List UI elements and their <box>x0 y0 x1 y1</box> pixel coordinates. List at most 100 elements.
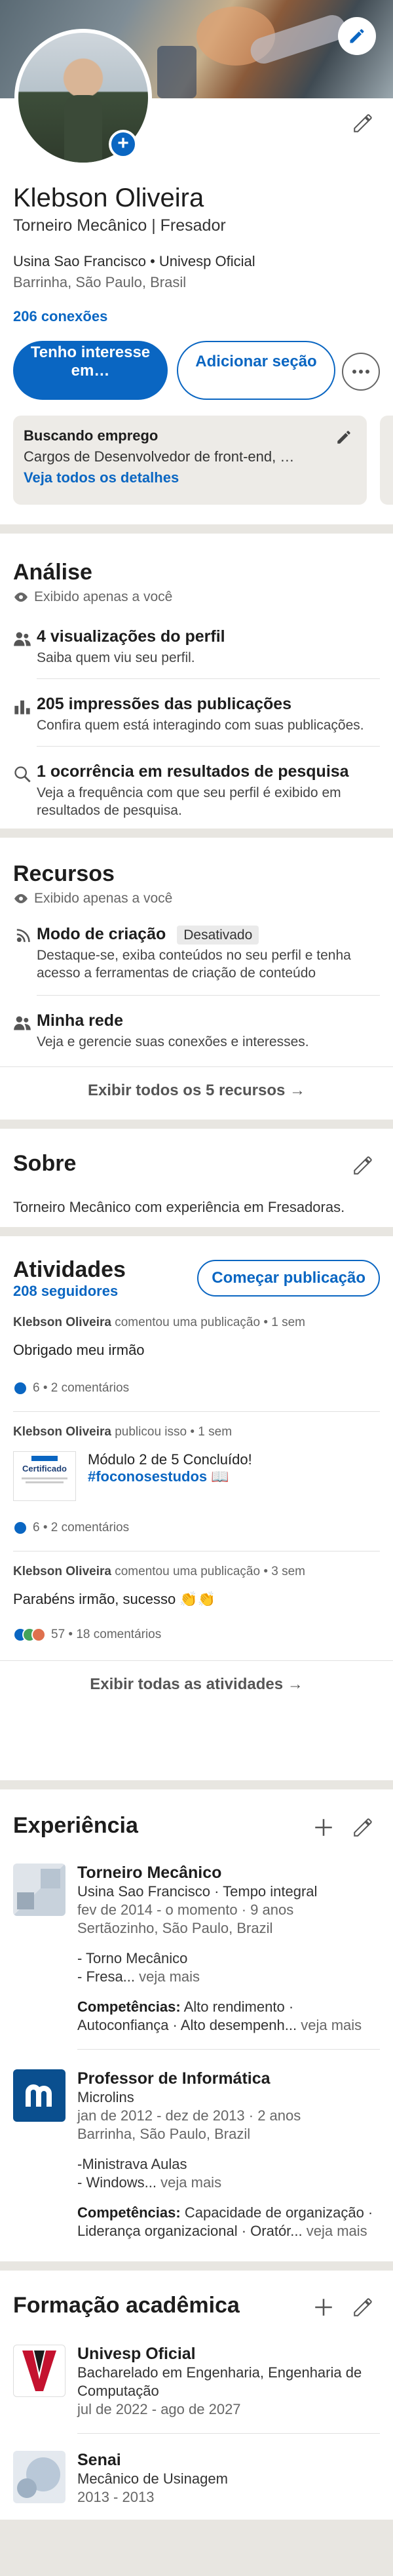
edit-open-to-work-button[interactable] <box>335 429 352 449</box>
pencil-icon <box>354 1818 372 1837</box>
open-to-work-details-link[interactable]: Veja todos os detalhes <box>24 469 356 486</box>
my-network-subtitle: Veja e gerencie suas conexões e interess… <box>37 1034 309 1049</box>
experience-item[interactable]: Torneiro Mecânico Usina Sao Francisco · … <box>0 1864 393 2035</box>
experience-desc-text: - Fresa... <box>77 1968 136 1985</box>
education-item[interactable]: Senai Mecânico de Usinagem 2013 - 2013 <box>0 2451 393 2507</box>
analytics-item-title: 4 visualizações do perfil <box>37 627 225 646</box>
see-more-link[interactable]: veja mais <box>297 2017 362 2033</box>
school-name: Univesp Oficial <box>77 2345 196 2363</box>
activity-post-reactions[interactable]: 57 • 18 comentários <box>0 1628 393 1642</box>
activity-post-meta-text: comentou uma publicação • 3 sem <box>111 1565 305 1578</box>
show-all-activity-button[interactable]: Exibir todas as atividades → <box>0 1675 393 1694</box>
connections-link[interactable]: 206 conexões <box>13 308 107 325</box>
about-text: Torneiro Mecânico com experiência em Fre… <box>13 1199 345 1215</box>
activity-post-text: Módulo 2 de 5 Concluído! <box>88 1451 252 1468</box>
activity-post-text: Parabéns irmão, sucesso 👏👏 <box>13 1591 216 1607</box>
activity-post-reactions[interactable]: 6 • 2 comentários <box>0 1521 393 1535</box>
analytics-item-subtitle: Veja a frequência com que seu perfil é e… <box>37 785 341 818</box>
education-dates: 2013 - 2013 <box>77 2489 155 2505</box>
creator-mode-subtitle: Destaque-se, exiba conteúdos no seu perf… <box>37 948 351 981</box>
experience-desc-line: -Ministrava Aulas <box>77 2156 187 2172</box>
edit-about-button[interactable] <box>350 1152 376 1179</box>
activity-post-meta: Klebson Oliveira comentou uma publicação… <box>0 1565 393 1579</box>
profile-headline: Torneiro Mecânico | Fresador <box>13 216 226 235</box>
experience-desc-line: - Fresa... veja mais <box>77 1968 380 1986</box>
post-thumbnail-label: Certificado <box>22 1464 67 1473</box>
pencil-icon <box>354 2298 372 2316</box>
next-card-peek[interactable] <box>380 416 393 505</box>
see-more-link[interactable]: veja mais <box>135 1968 200 1985</box>
see-more-link[interactable]: veja mais <box>157 2174 221 2191</box>
my-network-title: Minha rede <box>37 1011 123 1030</box>
open-to-work-card[interactable]: Buscando emprego Cargos de Desenvolvedor… <box>13 416 367 505</box>
analytics-item-title: 205 impressões das publicações <box>37 695 292 713</box>
analytics-item-post-impressions[interactable]: 205 impressões das publicações Confira q… <box>0 695 393 734</box>
experience-desc-text: - Windows... <box>77 2174 157 2191</box>
experience-dates: jan de 2012 - dez de 2013 · 2 anos <box>77 2107 301 2124</box>
pencil-icon <box>350 29 364 43</box>
education-item[interactable]: Univesp Oficial Bacharelado em Engenhari… <box>0 2345 393 2419</box>
analytics-visibility: Exibido apenas a você <box>0 589 393 605</box>
degree-text: Bacharelado em Engenharia, Engenharia de… <box>77 2364 362 2399</box>
activity-post-author[interactable]: Klebson Oliveira <box>13 1565 111 1578</box>
edit-education-button[interactable] <box>350 2294 376 2320</box>
activity-post-meta: Klebson Oliveira comentou uma publicação… <box>0 1316 393 1330</box>
experience-item[interactable]: Professor de Informática Microlins jan d… <box>0 2069 393 2240</box>
book-emoji-icon: 📖 <box>211 1468 229 1485</box>
education-dates: jul de 2022 - ago de 2027 <box>77 2401 241 2417</box>
profile-header-card: + Klebson Oliveira Torneiro Mecânico | F… <box>0 0 393 524</box>
experience-dates: fev de 2014 - o momento · 9 anos <box>77 1902 294 1918</box>
skills-label: Competências: <box>77 1999 181 2015</box>
people-icon <box>14 1016 31 1030</box>
eye-icon <box>14 593 28 602</box>
microlins-logo-icon <box>26 2084 52 2107</box>
school-logo <box>13 2451 66 2503</box>
show-all-resources-button[interactable]: Exibir todos os 5 recursos → <box>0 1082 393 1100</box>
experience-desc-line: - Torno Mecânico <box>77 1950 188 1966</box>
reaction-count: 57 • 18 comentários <box>51 1628 162 1641</box>
skills-label: Competências: <box>77 2204 181 2221</box>
experience-skills: Competências: Capacidade de organização … <box>77 2204 380 2240</box>
reaction-count: 6 • 2 comentários <box>33 1381 130 1395</box>
resource-creator-mode[interactable]: Modo de criação Desativado Destaque-se, … <box>0 925 393 982</box>
edit-intro-button[interactable] <box>350 110 376 136</box>
experience-company: Microlins <box>77 2089 134 2105</box>
activity-post-author[interactable]: Klebson Oliveira <box>13 1316 111 1329</box>
pencil-icon <box>337 431 350 444</box>
analytics-item-search-appearances[interactable]: 1 ocorrência em resultados de pesquisa V… <box>0 762 393 819</box>
company-logo <box>13 2069 66 2122</box>
reaction-icons <box>13 1628 46 1642</box>
resources-visibility-label: Exibido apenas a você <box>34 891 173 906</box>
experience-desc-line: - Windows... veja mais <box>77 2174 380 2192</box>
see-more-link[interactable]: veja mais <box>303 2223 367 2239</box>
broadcast-icon <box>16 929 30 943</box>
edit-banner-button[interactable] <box>338 17 376 55</box>
activity-post-author[interactable]: Klebson Oliveira <box>13 1425 111 1439</box>
pencil-icon <box>354 114 372 132</box>
profile-company-line[interactable]: Usina Sao Francisco • Univesp Oficial <box>13 253 255 270</box>
more-options-button[interactable] <box>342 353 380 391</box>
hashtag-link[interactable]: #foconosestudos 📖 <box>88 1468 252 1485</box>
add-experience-button[interactable] <box>310 1814 337 1841</box>
school-name: Senai <box>77 2451 121 2469</box>
like-icon <box>13 1381 28 1395</box>
add-education-button[interactable] <box>310 2294 337 2320</box>
analytics-item-subtitle: Saiba quem viu seu perfil. <box>37 650 195 665</box>
edit-experience-button[interactable] <box>350 1814 376 1841</box>
activity-post-reactions[interactable]: 6 • 2 comentários <box>0 1381 393 1395</box>
start-post-button[interactable]: Começar publicação <box>197 1260 380 1297</box>
activity-post[interactable]: Klebson Oliveira comentou uma publicação… <box>0 1316 393 1395</box>
open-to-button[interactable]: Tenho interesse em… <box>13 341 168 400</box>
about-title: Sobre <box>13 1151 77 1176</box>
activity-post[interactable]: Klebson Oliveira comentou uma publicação… <box>0 1565 393 1642</box>
activity-post[interactable]: Klebson Oliveira publicou isso • 1 sem C… <box>0 1425 393 1535</box>
open-to-label: Tenho interesse em… <box>30 343 151 380</box>
post-thumbnail[interactable]: Certificado <box>13 1451 76 1501</box>
add-section-button[interactable]: Adicionar seção <box>177 341 335 400</box>
activity-post-meta-text: comentou uma publicação • 1 sem <box>111 1316 305 1329</box>
experience-company: Usina Sao Francisco · Tempo integral <box>77 1883 318 1900</box>
add-photo-button[interactable]: + <box>109 130 138 159</box>
analytics-item-profile-views[interactable]: 4 visualizações do perfil Saiba quem viu… <box>0 627 393 667</box>
reaction-count: 6 • 2 comentários <box>33 1521 130 1534</box>
resource-my-network[interactable]: Minha rede Veja e gerencie suas conexões… <box>0 1011 393 1051</box>
